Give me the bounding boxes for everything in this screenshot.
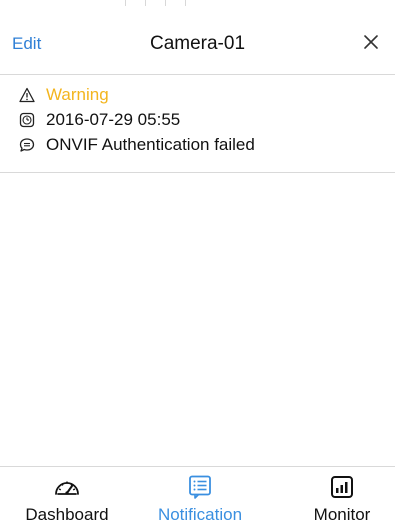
top-strip — [0, 0, 395, 8]
top-tick — [165, 0, 166, 6]
close-icon[interactable] — [361, 32, 381, 52]
page-title: Camera-01 — [149, 33, 246, 54]
list-icon — [186, 473, 214, 501]
tab-notification[interactable]: Notification — [140, 467, 260, 528]
message-icon — [18, 136, 36, 154]
notification-details: Warning 2016-07-29 05:55 ONVIF Authentic… — [0, 75, 395, 173]
tab-label-monitor: Monitor — [313, 505, 371, 524]
message-text: ONVIF Authentication failed — [46, 135, 255, 154]
top-tick — [145, 0, 146, 6]
tab-label-dashboard: Dashboard — [25, 505, 109, 524]
tab-label-notification: Notification — [157, 505, 243, 524]
speedometer-icon — [53, 473, 81, 501]
bottom-tab-bar: Dashboard Notification Monitor — [0, 466, 395, 528]
timestamp-row: 2016-07-29 05:55 — [18, 108, 180, 132]
timestamp-text: 2016-07-29 05:55 — [46, 110, 181, 129]
notification-screen: Edit Camera-01 Warning 2016-07-29 05:55 … — [0, 0, 395, 528]
warning-row: Warning — [18, 83, 109, 107]
message-row: ONVIF Authentication failed — [18, 133, 255, 157]
warning-icon — [18, 86, 36, 104]
top-tick — [185, 0, 186, 6]
chart-icon — [328, 473, 356, 501]
tab-dashboard[interactable]: Dashboard — [10, 467, 124, 528]
header-bar: Edit Camera-01 — [0, 8, 395, 75]
top-tick — [125, 0, 126, 6]
warning-level-text: Warning — [46, 85, 109, 104]
clock-icon — [18, 111, 36, 129]
tab-monitor[interactable]: Monitor — [292, 467, 392, 528]
